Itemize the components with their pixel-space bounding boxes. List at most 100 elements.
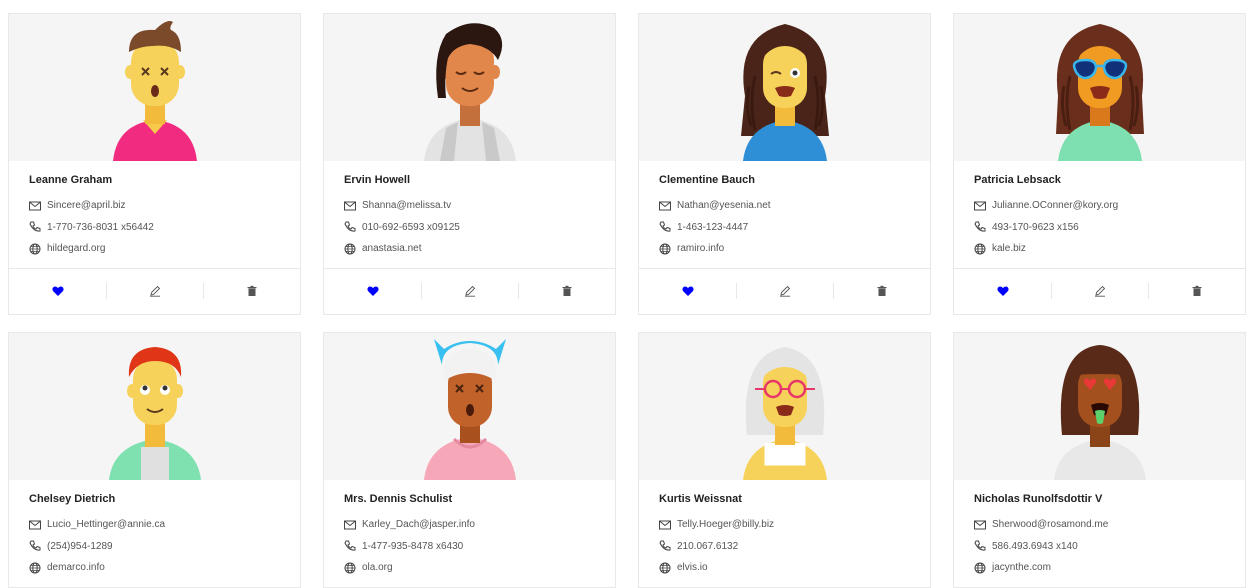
trash-icon (1192, 285, 1201, 296)
user-phone: (254)954-1289 (47, 540, 113, 552)
phone-row: 1-770-736-8031 x56442 (29, 217, 280, 239)
mail-icon (974, 519, 986, 531)
card-actions (9, 267, 300, 314)
email-row: Julianne.OConner@kory.org (974, 195, 1225, 217)
globe-icon (344, 243, 356, 255)
globe-icon (974, 243, 986, 255)
delete-button[interactable] (518, 269, 615, 314)
website-row: kale.biz (974, 238, 1225, 260)
phone-icon (974, 540, 986, 552)
mail-icon (344, 519, 356, 531)
globe-icon (659, 243, 671, 255)
like-button[interactable] (324, 269, 421, 314)
globe-icon (659, 562, 671, 574)
user-email[interactable]: Sincere@april.biz (47, 200, 126, 211)
website-row: ola.org (344, 557, 595, 579)
user-phone: 010-692-6593 x09125 (362, 221, 460, 233)
email-row: Lucio_Hettinger@annie.ca (29, 514, 280, 536)
user-name: Patricia Lebsack (974, 174, 1061, 186)
user-phone: 1-770-736-8031 x56442 (47, 221, 154, 233)
like-button[interactable] (639, 269, 736, 314)
phone-icon (659, 540, 671, 552)
mail-icon (659, 519, 671, 531)
pencil-icon (1094, 285, 1105, 297)
trash-icon (247, 285, 256, 296)
card-actions (639, 267, 930, 314)
user-email[interactable]: Shanna@melissa.tv (362, 200, 451, 211)
website-row: jacynthe.com (974, 557, 1225, 579)
user-email[interactable]: Julianne.OConner@kory.org (992, 200, 1118, 211)
mail-icon (29, 200, 41, 212)
edit-button[interactable] (736, 269, 833, 314)
user-phone: 1-463-123-4447 (677, 221, 749, 233)
heart-icon (681, 286, 694, 296)
avatar (324, 333, 615, 480)
phone-icon (344, 221, 356, 233)
user-card-grid: Leanne Graham Sincere@april.biz 1-770-73… (0, 0, 1257, 588)
delete-button[interactable] (1148, 269, 1245, 314)
user-website[interactable]: elvis.io (677, 562, 708, 573)
avatar (324, 14, 615, 161)
avatar (639, 333, 930, 480)
edit-button[interactable] (1051, 269, 1148, 314)
delete-button[interactable] (833, 269, 930, 314)
website-row: ramiro.info (659, 238, 910, 260)
email-row: Karley_Dach@jasper.info (344, 514, 595, 536)
website-row: anastasia.net (344, 238, 595, 260)
like-button[interactable] (9, 269, 106, 314)
trash-icon (877, 285, 886, 296)
user-phone: 586.493.6943 x140 (992, 540, 1078, 552)
edit-button[interactable] (421, 269, 518, 314)
phone-icon (29, 540, 41, 552)
delete-button[interactable] (203, 269, 300, 314)
user-website[interactable]: kale.biz (992, 243, 1026, 254)
user-email[interactable]: Karley_Dach@jasper.info (362, 519, 475, 530)
phone-icon (974, 221, 986, 233)
user-email[interactable]: Sherwood@rosamond.me (992, 519, 1108, 530)
phone-icon (659, 221, 671, 233)
user-name: Clementine Bauch (659, 174, 755, 186)
mail-icon (974, 200, 986, 212)
user-name: Leanne Graham (29, 174, 113, 186)
user-website[interactable]: demarco.info (47, 562, 105, 573)
email-row: Nathan@yesenia.net (659, 195, 910, 217)
email-row: Shanna@melissa.tv (344, 195, 595, 217)
user-email[interactable]: Telly.Hoeger@billy.biz (677, 519, 774, 530)
user-card: Patricia Lebsack Julianne.OConner@kory.o… (953, 13, 1246, 315)
heart-icon (51, 286, 64, 296)
user-card: Ervin Howell Shanna@melissa.tv 010-692-6… (323, 13, 616, 315)
phone-icon (344, 540, 356, 552)
website-row: elvis.io (659, 557, 910, 579)
user-website[interactable]: ramiro.info (677, 243, 724, 254)
pencil-icon (464, 285, 475, 297)
phone-row: 010-692-6593 x09125 (344, 217, 595, 239)
user-website[interactable]: anastasia.net (362, 243, 422, 254)
globe-icon (29, 562, 41, 574)
user-name: Ervin Howell (344, 174, 411, 186)
avatar (9, 14, 300, 161)
mail-icon (29, 519, 41, 531)
avatar (954, 333, 1245, 480)
pencil-icon (149, 285, 160, 297)
avatar (9, 333, 300, 480)
heart-icon (996, 286, 1009, 296)
email-row: Telly.Hoeger@billy.biz (659, 514, 910, 536)
user-card: Leanne Graham Sincere@april.biz 1-770-73… (8, 13, 301, 315)
like-button[interactable] (954, 269, 1051, 314)
user-name: Kurtis Weissnat (659, 493, 742, 505)
user-card: Nicholas Runolfsdottir V Sherwood@rosamo… (953, 332, 1246, 588)
user-phone: 210.067.6132 (677, 540, 739, 552)
user-website[interactable]: hildegard.org (47, 243, 105, 254)
user-website[interactable]: ola.org (362, 562, 393, 573)
user-website[interactable]: jacynthe.com (992, 562, 1051, 573)
trash-icon (562, 285, 571, 296)
phone-row: 493-170-9623 x156 (974, 217, 1225, 239)
user-email[interactable]: Nathan@yesenia.net (677, 200, 771, 211)
mail-icon (344, 200, 356, 212)
edit-button[interactable] (106, 269, 203, 314)
heart-icon (366, 286, 379, 296)
user-email[interactable]: Lucio_Hettinger@annie.ca (47, 519, 165, 530)
globe-icon (29, 243, 41, 255)
card-actions (324, 267, 615, 314)
user-phone: 1-477-935-8478 x6430 (362, 540, 464, 552)
